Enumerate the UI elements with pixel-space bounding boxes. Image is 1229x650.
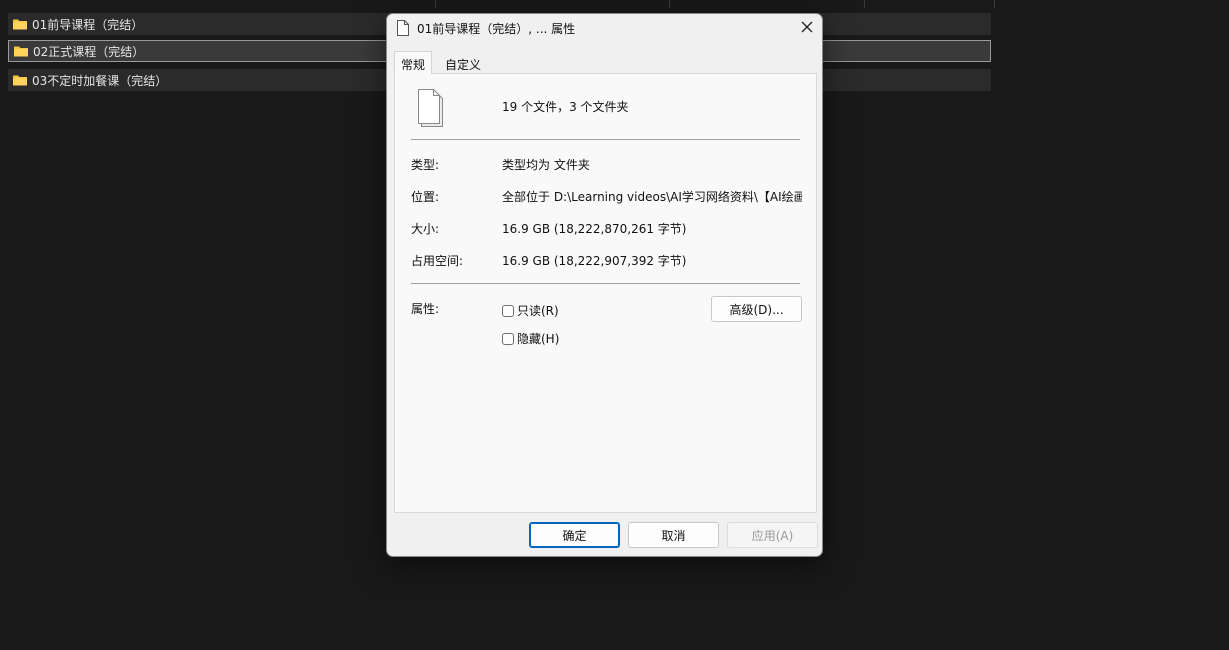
readonly-checkbox[interactable]: 只读(R) <box>502 302 559 319</box>
apply-button[interactable]: 应用(A) <box>727 522 818 548</box>
general-panel: 19 个文件，3 个文件夹 类型: 类型均为 文件夹 位置: 全部位于 D:\L… <box>394 73 817 513</box>
close-button[interactable] <box>792 14 822 42</box>
file-name: 01前导课程（完结） <box>32 17 144 32</box>
readonly-label: 只读(R) <box>517 304 559 318</box>
cancel-button[interactable]: 取消 <box>628 522 719 548</box>
selection-summary: 19 个文件，3 个文件夹 <box>502 100 629 114</box>
divider <box>411 139 800 140</box>
folder-icon <box>13 43 29 59</box>
dialog-titlebar[interactable]: 01前导课程（完结）, ... 属性 <box>387 14 822 42</box>
multiple-files-icon <box>415 88 447 128</box>
file-name: 02正式课程（完结） <box>33 44 145 59</box>
size-value: 16.9 GB (18,222,870,261 字节) <box>502 222 687 236</box>
disk-size-value: 16.9 GB (18,222,907,392 字节) <box>502 254 687 268</box>
properties-dialog: 01前导课程（完结）, ... 属性 常规 自定义 19 个文件，3 个文件夹 … <box>386 13 823 557</box>
file-name: 03不定时加餐课（完结） <box>32 73 168 88</box>
ok-button[interactable]: 确定 <box>529 522 620 548</box>
location-value: 全部位于 D:\Learning videos\AI学习网络资料\【AI绘画 <box>502 190 802 204</box>
column-separator[interactable] <box>864 0 865 8</box>
advanced-button[interactable]: 高级(D)... <box>711 296 802 322</box>
hidden-checkbox[interactable]: 隐藏(H) <box>502 330 559 347</box>
hidden-label: 隐藏(H) <box>517 332 560 346</box>
size-label: 大小: <box>411 222 440 236</box>
folder-icon <box>12 72 28 88</box>
type-label: 类型: <box>411 158 440 172</box>
tab-custom[interactable]: 自定义 <box>445 56 481 74</box>
location-label: 位置: <box>411 190 440 204</box>
tab-general[interactable]: 常规 <box>394 51 432 74</box>
column-separator[interactable] <box>669 0 670 8</box>
folder-icon <box>12 16 28 32</box>
checkbox-box[interactable] <box>502 332 514 345</box>
type-value: 类型均为 文件夹 <box>502 158 590 172</box>
column-separator[interactable] <box>435 0 436 8</box>
close-icon <box>801 21 813 33</box>
divider <box>411 283 800 284</box>
checkbox-box[interactable] <box>502 304 514 317</box>
attributes-label: 属性: <box>411 302 440 316</box>
dialog-title: 01前导课程（完结）, ... 属性 <box>417 22 576 36</box>
disk-size-label: 占用空间: <box>411 254 464 268</box>
column-separator[interactable] <box>994 0 995 8</box>
document-icon <box>396 20 410 36</box>
